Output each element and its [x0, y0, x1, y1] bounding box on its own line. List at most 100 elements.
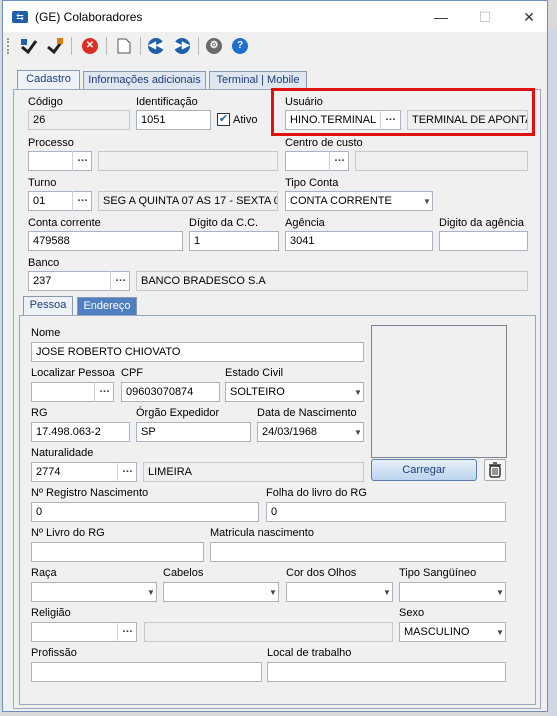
sexo-label: Sexo — [399, 607, 425, 619]
religiao-lookup-button[interactable]: … — [117, 622, 137, 642]
minimize-button[interactable]: — — [421, 5, 461, 29]
identificacao-field[interactable]: 1051 — [136, 110, 211, 130]
sexo-select[interactable]: MASCULINO — [399, 622, 506, 642]
digito-agencia-field[interactable] — [439, 231, 528, 251]
new-button[interactable] — [113, 35, 135, 57]
help-button[interactable]: ? — [229, 35, 251, 57]
processo-label: Processo — [28, 137, 74, 149]
turno-lookup-button[interactable]: … — [72, 191, 92, 211]
toolbar-grip — [7, 38, 9, 54]
cpf-field[interactable]: 09603070874 — [121, 382, 220, 402]
save-button[interactable] — [44, 35, 66, 57]
tipo-sanguineo-select[interactable] — [399, 582, 506, 602]
turno-description: SEG A QUINTA 07 AS 17 - SEXTA 07 — [98, 191, 278, 211]
previous-icon: ◀◀ — [148, 38, 164, 54]
maximize-button[interactable]: ☐ — [465, 5, 505, 29]
chevron-down-icon: ▼ — [269, 588, 277, 597]
tab-informacoes-adicionais[interactable]: Informações adicionais — [83, 71, 206, 90]
cabelos-label: Cabelos — [163, 567, 204, 579]
religiao-description — [144, 622, 393, 642]
toolbar: ✕ ◀◀ ▶▶ ⚙ ? — [3, 32, 547, 60]
centro-custo-description — [355, 151, 528, 171]
banco-description: BANCO BRADESCO S.A — [136, 271, 528, 291]
codigo-label: Código — [28, 96, 63, 108]
tab-endereco[interactable]: Endereço — [77, 297, 137, 316]
nome-label: Nome — [31, 327, 61, 339]
chevron-down-icon: ▼ — [147, 588, 155, 597]
local-trabalho-field[interactable] — [267, 662, 506, 682]
photo-frame[interactable] — [371, 325, 507, 458]
agencia-field[interactable]: 3041 — [285, 231, 433, 251]
tipo-conta-select[interactable]: CONTA CORRENTE — [285, 191, 433, 211]
chevron-down-icon: ▼ — [496, 628, 504, 637]
save-exit-icon — [21, 39, 38, 54]
chevron-down-icon: ▼ — [354, 428, 362, 437]
colaboradores-window: ⇆ (GE) Colaboradores — ☐ ✕ ✕ ◀◀ ▶▶ ⚙ ? C… — [2, 0, 548, 712]
rg-label: RG — [31, 407, 48, 419]
toolbar-separator — [140, 37, 141, 55]
chevron-down-icon: ▼ — [354, 388, 362, 397]
background-window-strip — [548, 30, 557, 716]
naturalidade-label: Naturalidade — [31, 447, 94, 459]
nome-field[interactable]: JOSE ROBERTO CHIOVATO — [31, 342, 364, 362]
options-button[interactable]: ⚙ — [203, 35, 225, 57]
toolbar-separator — [71, 37, 72, 55]
previous-button[interactable]: ◀◀ — [145, 35, 167, 57]
cancel-icon: ✕ — [82, 38, 98, 54]
next-icon: ▶▶ — [174, 38, 190, 54]
next-button[interactable]: ▶▶ — [171, 35, 193, 57]
processo-lookup-button[interactable]: … — [72, 151, 92, 171]
title-bar: ⇆ (GE) Colaboradores — ☐ ✕ — [3, 1, 547, 32]
tab-cadastro[interactable]: Cadastro — [17, 70, 80, 91]
centro-custo-label: Centro de custo — [285, 137, 363, 149]
window-title: (GE) Colaboradores — [35, 10, 143, 24]
cabelos-select[interactable] — [163, 582, 279, 602]
trash-icon — [489, 462, 501, 478]
save-exit-button[interactable] — [18, 35, 40, 57]
matricula-nascimento-label: Matricula nascimento — [210, 527, 314, 539]
localizar-pessoa-lookup-button[interactable]: … — [94, 382, 114, 402]
raca-select[interactable] — [31, 582, 157, 602]
local-trabalho-label: Local de trabalho — [267, 647, 352, 659]
estado-civil-label: Estado Civil — [225, 367, 284, 379]
toolbar-separator — [198, 37, 199, 55]
toolbar-separator — [106, 37, 107, 55]
matricula-nascimento-field[interactable] — [210, 542, 506, 562]
new-document-icon — [117, 38, 131, 54]
profissao-label: Profissão — [31, 647, 77, 659]
naturalidade-lookup-button[interactable]: … — [117, 462, 137, 482]
profissao-field[interactable] — [31, 662, 262, 682]
registro-nascimento-label: Nº Registro Nascimento — [31, 487, 149, 499]
naturalidade-description: LIMEIRA — [143, 462, 364, 482]
ativo-checkbox[interactable]: ✔ — [217, 113, 230, 126]
carregar-button[interactable]: Carregar — [371, 459, 477, 481]
processo-description — [98, 151, 278, 171]
codigo-field[interactable]: 26 — [28, 110, 130, 130]
digito-cc-label: Dígito da C.C. — [189, 217, 259, 229]
registro-nascimento-field[interactable]: 0 — [31, 502, 259, 522]
cor-olhos-select[interactable] — [286, 582, 393, 602]
conta-corrente-field[interactable]: 479588 — [28, 231, 183, 251]
help-icon: ? — [232, 38, 248, 54]
orgao-expedidor-field[interactable]: SP — [136, 422, 251, 442]
save-icon — [47, 38, 64, 54]
agencia-label: Agência — [285, 217, 325, 229]
religiao-label: Religião — [31, 607, 71, 619]
tipo-sanguineo-label: Tipo Sangüíneo — [399, 567, 477, 579]
cancel-button[interactable]: ✕ — [79, 35, 101, 57]
tab-pessoa[interactable]: Pessoa — [23, 296, 73, 317]
estado-civil-select[interactable]: SOLTEIRO — [225, 382, 364, 402]
centro-custo-lookup-button[interactable]: … — [329, 151, 349, 171]
banco-lookup-button[interactable]: … — [110, 271, 130, 291]
folha-livro-rg-field[interactable]: 0 — [266, 502, 506, 522]
rg-field[interactable]: 17.498.063-2 — [31, 422, 130, 442]
delete-photo-button[interactable] — [484, 459, 506, 481]
data-nascimento-field[interactable]: 24/03/1968 — [257, 422, 364, 442]
close-button[interactable]: ✕ — [509, 5, 549, 29]
conta-corrente-label: Conta corrente — [28, 217, 101, 229]
chevron-down-icon: ▼ — [423, 197, 431, 206]
ativo-label: Ativo — [233, 114, 258, 126]
digito-cc-field[interactable]: 1 — [189, 231, 279, 251]
livro-rg-label: Nº Livro do RG — [31, 527, 105, 539]
livro-rg-field[interactable] — [31, 542, 204, 562]
